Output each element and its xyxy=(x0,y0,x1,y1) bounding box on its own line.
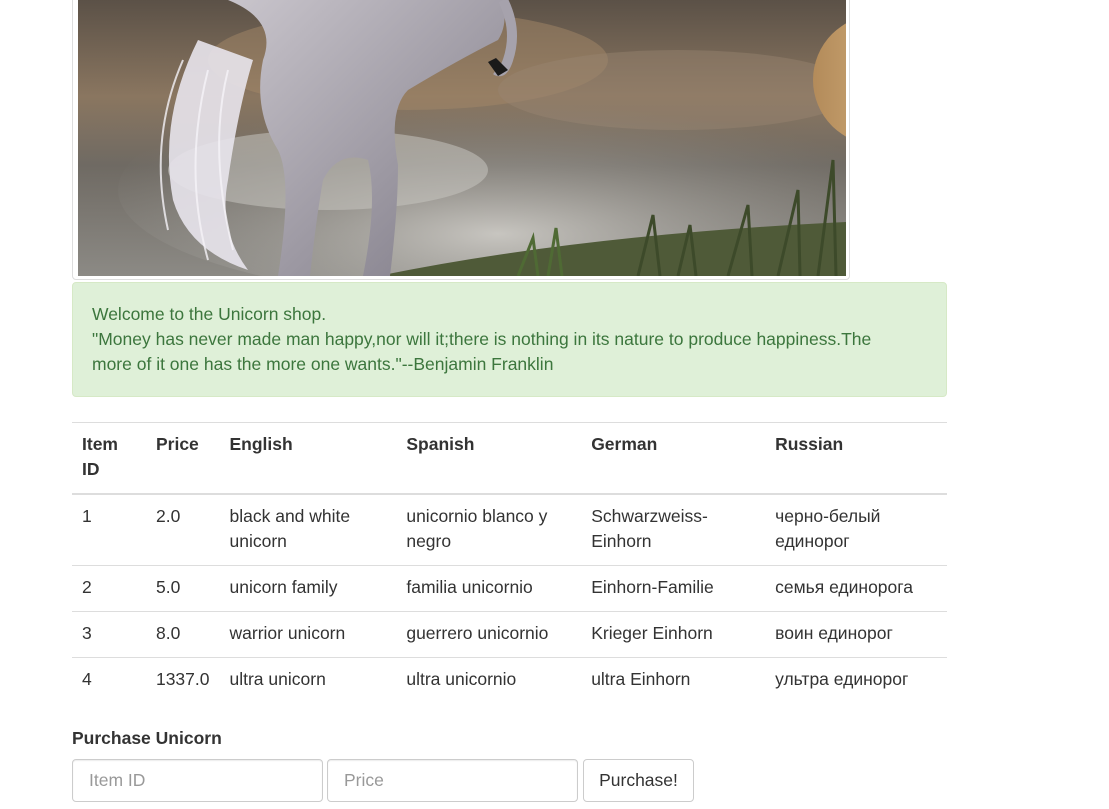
price-input[interactable] xyxy=(327,759,578,802)
header-price: Price xyxy=(145,422,220,495)
cell-item-id: 4 xyxy=(72,657,146,703)
header-russian: Russian xyxy=(765,422,947,495)
cell-russian: ультра единорог xyxy=(765,657,947,703)
cell-item-id: 3 xyxy=(72,611,146,658)
purchase-button[interactable]: Purchase! xyxy=(583,759,694,802)
header-spanish: Spanish xyxy=(396,422,582,495)
cell-russian: семья единорога xyxy=(765,565,947,612)
cell-price: 2.0 xyxy=(155,506,181,526)
item-id-input[interactable] xyxy=(72,759,323,802)
page: Welcome to the Unicorn shop. "Money has … xyxy=(0,0,1109,809)
unicorn-image-frame xyxy=(72,0,850,280)
header-english: English xyxy=(219,422,397,495)
cell-price: 8.0 xyxy=(145,611,220,658)
cell-spanish: guerrero unicornio xyxy=(396,611,582,658)
table-row: 3 8.0 warrior unicorn guerrero unicornio… xyxy=(72,611,947,658)
cell-spanish: ultra unicornio xyxy=(396,657,582,703)
cell-russian: воин единорог xyxy=(765,611,947,658)
table-row: 2 5.0 unicorn family familia unicornio E… xyxy=(72,565,947,612)
cell-german: Einhorn-Familie xyxy=(581,565,766,612)
unicorn-image xyxy=(78,0,846,276)
cell-price: 1337.0 xyxy=(145,657,220,703)
cell-spanish: familia unicornio xyxy=(396,565,582,612)
purchase-label: Purchase Unicorn xyxy=(72,728,222,748)
table-row: 1 2.0 black and white unicorn unicornio … xyxy=(72,494,947,566)
quote-text: "Money has never made man happy,nor will… xyxy=(92,329,872,374)
cell-item-id: 2 xyxy=(72,565,146,612)
cell-english: ultra unicorn xyxy=(219,657,397,703)
cell-spanish: unicornio blanco y negro xyxy=(406,506,548,551)
unicorn-table: Item ID Price English Spanish German Rus… xyxy=(72,422,947,703)
cell-german: Krieger Einhorn xyxy=(581,611,766,658)
cell-russian: черно-белый единорог xyxy=(775,506,881,551)
welcome-text: Welcome to the Unicorn shop. xyxy=(92,304,327,324)
cell-german: Schwarzweiss-Einhorn xyxy=(591,506,708,551)
cell-item-id: 1 xyxy=(82,506,92,526)
cell-english: black and white unicorn xyxy=(229,506,351,551)
table-row: 4 1337.0 ultra unicorn ultra unicornio u… xyxy=(72,657,947,703)
table-header-row: Item ID Price English Spanish German Rus… xyxy=(72,422,947,495)
cell-english: unicorn family xyxy=(219,565,397,612)
cell-english: warrior unicorn xyxy=(219,611,397,658)
welcome-alert: Welcome to the Unicorn shop. "Money has … xyxy=(72,282,947,397)
cell-price: 5.0 xyxy=(145,565,220,612)
cell-german: ultra Einhorn xyxy=(581,657,766,703)
header-german: German xyxy=(581,422,766,495)
header-item-id: Item ID xyxy=(72,422,146,495)
